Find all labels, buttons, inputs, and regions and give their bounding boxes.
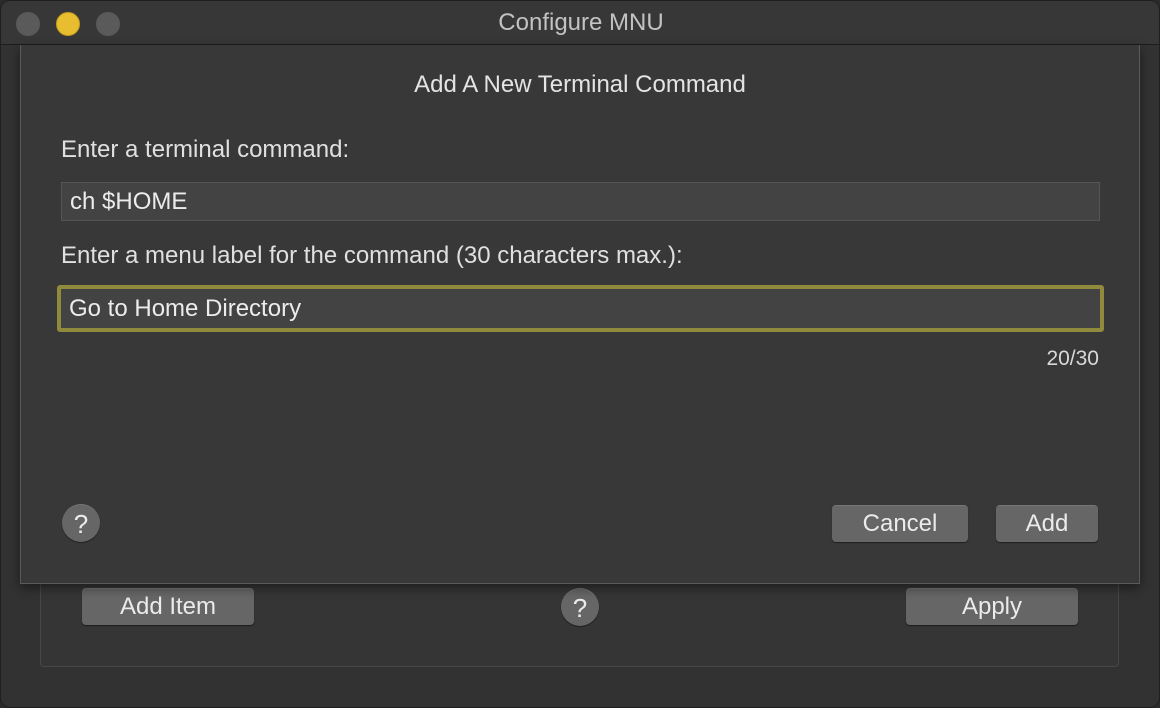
main-help-button[interactable]: ? [561,588,599,626]
sheet-help-button[interactable]: ? [62,504,100,542]
character-counter: 20/30 [1046,347,1099,370]
cancel-button[interactable]: Cancel [832,505,968,542]
menu-label-field-label: Enter a menu label for the command (30 c… [61,242,683,269]
configure-window: Configure MNU Add Item ? Apply Add A New… [0,0,1160,708]
sheet-title: Add A New Terminal Command [414,71,746,98]
add-command-sheet: Add A New Terminal Command Enter a termi… [20,45,1140,584]
command-field-label: Enter a terminal command: [61,136,350,163]
add-item-button[interactable]: Add Item [82,588,254,625]
add-button[interactable]: Add [996,505,1098,542]
title-bar: Configure MNU [1,1,1159,45]
apply-button[interactable]: Apply [906,588,1078,625]
command-input[interactable]: ch $HOME [61,182,1100,221]
menu-label-input[interactable]: Go to Home Directory [57,285,1104,332]
window-title: Configure MNU [498,9,664,36]
